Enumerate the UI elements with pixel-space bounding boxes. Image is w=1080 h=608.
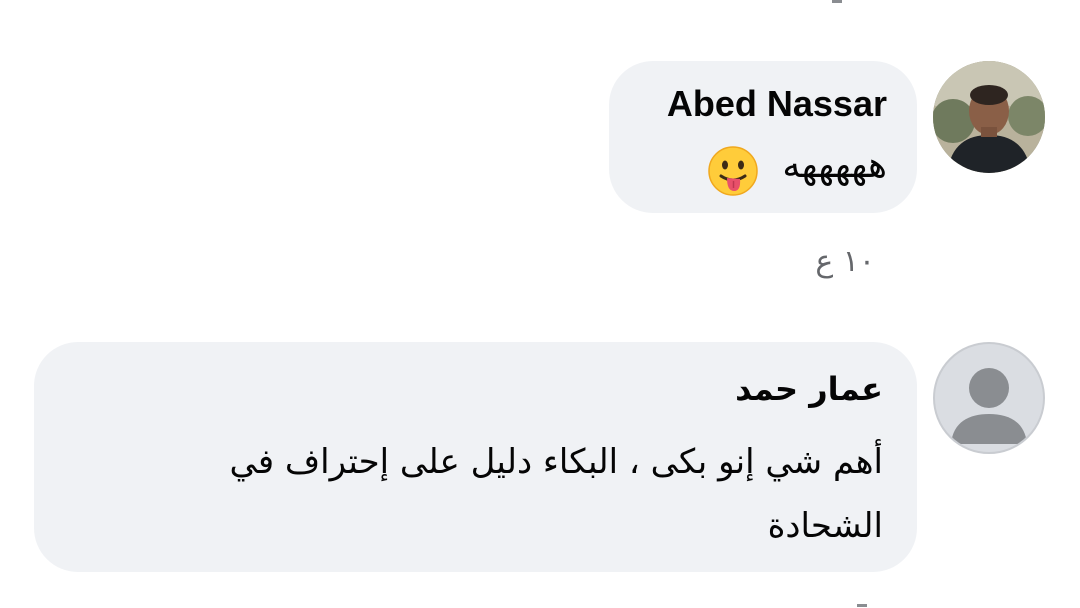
- face-with-tongue-icon: [707, 145, 759, 197]
- comment-bubble[interactable]: عمار حمد أهم شي إنو بكى ، البكاء دليل عل…: [34, 342, 917, 572]
- comment-author[interactable]: Abed Nassar: [667, 83, 887, 125]
- comments-page: Abed Nassar هههههه ١٠ ع عمار حمد أهم شي …: [0, 0, 1080, 608]
- profile-photo-icon: [933, 61, 1045, 173]
- previous-comment-edge: [832, 0, 842, 3]
- next-item-edge: [857, 604, 867, 607]
- comment-text: أهم شي إنو بكى ، البكاء دليل على إحتراف …: [229, 442, 883, 546]
- avatar[interactable]: [933, 61, 1045, 173]
- default-avatar-icon: [951, 368, 1027, 444]
- comment-bubble[interactable]: Abed Nassar هههههه: [609, 61, 917, 213]
- comment-text-content: هههههه: [782, 145, 887, 186]
- comment-timestamp[interactable]: ١٠ ع: [815, 244, 875, 279]
- avatar[interactable]: [933, 342, 1045, 454]
- comment-author[interactable]: عمار حمد: [735, 370, 883, 408]
